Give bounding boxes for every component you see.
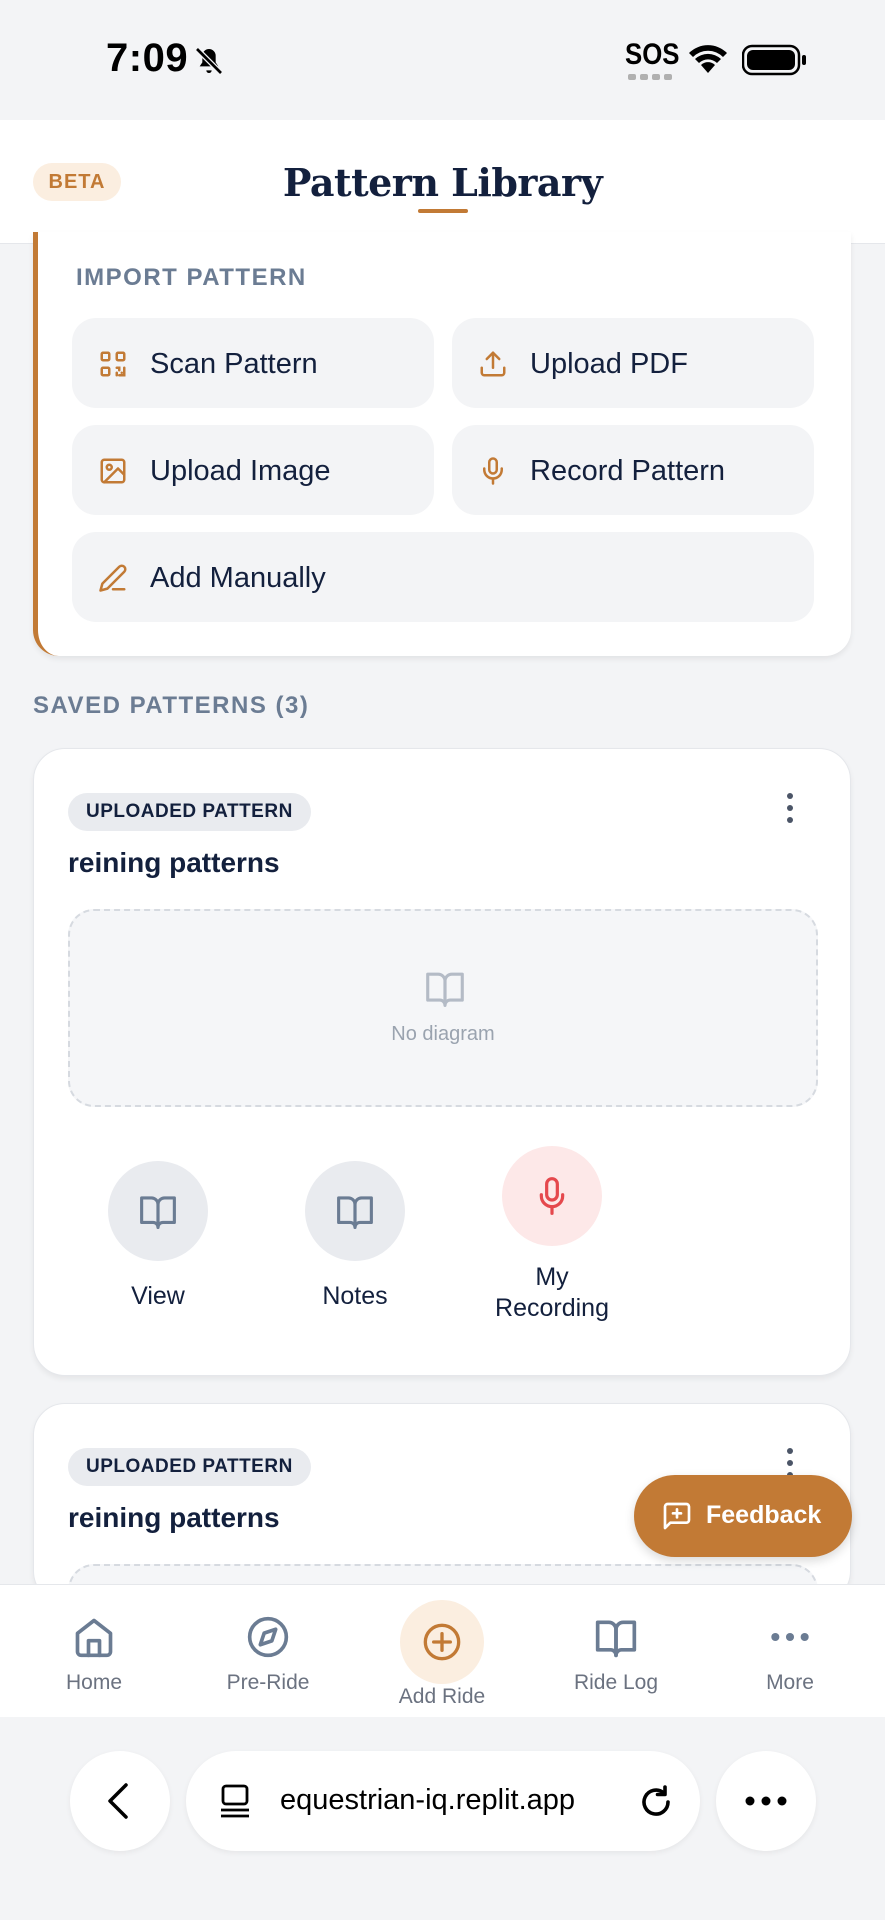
bottom-nav: Home Pre-Ride Add Ride Ride Log More xyxy=(0,1584,885,1717)
wifi-icon xyxy=(689,45,727,73)
sos-indicator: SOS xyxy=(625,38,680,71)
no-diagram-text: No diagram xyxy=(391,1023,495,1045)
book-icon xyxy=(337,1196,373,1229)
scan-pattern-label: Scan Pattern xyxy=(150,348,318,380)
compass-icon xyxy=(247,1616,289,1658)
chevron-left-icon xyxy=(108,1783,128,1819)
tabs-icon xyxy=(221,1784,249,1818)
pattern-type-badge: UPLOADED PATTERN xyxy=(68,1448,311,1486)
notes-button[interactable]: Notes xyxy=(280,1161,430,1312)
browser-more-button[interactable] xyxy=(716,1751,816,1851)
reload-icon[interactable] xyxy=(638,1783,674,1821)
nav-home[interactable]: Home xyxy=(19,1585,169,1718)
plus-circle-icon xyxy=(423,1623,461,1661)
my-recording-label: My Recording xyxy=(495,1263,609,1322)
browser-toolbar: equestrian-iq.replit.app xyxy=(0,1717,885,1920)
nav-pre-ride[interactable]: Pre-Ride xyxy=(193,1585,343,1718)
add-manually-button[interactable]: Add Manually xyxy=(72,532,814,622)
pattern-name: reining patterns xyxy=(68,1502,280,1533)
diagram-placeholder: No diagram xyxy=(68,909,818,1107)
book-icon xyxy=(140,1196,176,1229)
status-bar: 7:09 SOS xyxy=(0,0,885,120)
status-time: 7:09 xyxy=(106,36,189,80)
nav-pre-ride-label: Pre-Ride xyxy=(226,1671,310,1694)
feedback-label: Feedback xyxy=(706,1501,822,1529)
record-pattern-label: Record Pattern xyxy=(530,455,726,487)
app-header: BETA Pattern Library xyxy=(0,120,885,244)
qr-scan-icon xyxy=(100,351,126,377)
upload-image-label: Upload Image xyxy=(150,455,331,487)
more-icon xyxy=(771,1632,809,1642)
nav-ride-log[interactable]: Ride Log xyxy=(541,1585,691,1718)
pattern-card: UPLOADED PATTERN reining patterns No dia… xyxy=(33,748,851,1376)
book-icon xyxy=(426,972,464,1007)
nav-home-label: Home xyxy=(65,1671,123,1694)
notes-label: Notes xyxy=(322,1282,388,1310)
upload-pdf-label: Upload PDF xyxy=(530,348,688,380)
page-title: Pattern Library xyxy=(282,160,603,205)
pencil-icon xyxy=(99,564,127,592)
message-plus-icon xyxy=(663,1502,691,1530)
browser-back-button[interactable] xyxy=(70,1751,170,1851)
url-text: equestrian-iq.replit.app xyxy=(280,1784,576,1816)
signal-dots-icon xyxy=(628,74,672,80)
import-section-title: IMPORT PATTERN xyxy=(76,264,307,291)
nav-add-ride[interactable]: Add Ride xyxy=(367,1585,517,1718)
book-icon xyxy=(595,1620,637,1658)
view-label: View xyxy=(131,1282,185,1310)
microphone-icon xyxy=(483,457,503,485)
bell-muted-icon xyxy=(195,47,223,75)
saved-patterns-heading: SAVED PATTERNS (3) xyxy=(33,692,310,719)
nav-more-label: More xyxy=(766,1671,814,1694)
home-icon xyxy=(75,1618,113,1658)
image-icon xyxy=(100,458,126,484)
my-recording-button[interactable]: My Recording xyxy=(477,1146,627,1324)
import-pattern-card: IMPORT PATTERN Scan Pattern Upload PDF U… xyxy=(33,232,851,656)
title-underline xyxy=(418,209,468,213)
scan-pattern-button[interactable]: Scan Pattern xyxy=(72,318,434,408)
view-button[interactable]: View xyxy=(83,1161,233,1312)
upload-pdf-button[interactable]: Upload PDF xyxy=(452,318,814,408)
pattern-type-badge: UPLOADED PATTERN xyxy=(68,793,311,831)
record-pattern-button[interactable]: Record Pattern xyxy=(452,425,814,515)
url-bar[interactable]: equestrian-iq.replit.app xyxy=(186,1751,700,1851)
microphone-icon xyxy=(539,1177,565,1215)
feedback-button[interactable]: Feedback xyxy=(634,1475,852,1557)
upload-icon xyxy=(480,351,506,377)
nav-ride-log-label: Ride Log xyxy=(573,1671,659,1694)
nav-more[interactable]: More xyxy=(715,1585,865,1718)
more-icon xyxy=(745,1796,787,1806)
pattern-name: reining patterns xyxy=(68,847,280,878)
more-options-icon[interactable] xyxy=(784,793,796,827)
battery-icon xyxy=(742,44,806,76)
add-manually-label: Add Manually xyxy=(150,562,326,594)
upload-image-button[interactable]: Upload Image xyxy=(72,425,434,515)
nav-add-ride-label: Add Ride xyxy=(398,1685,486,1708)
